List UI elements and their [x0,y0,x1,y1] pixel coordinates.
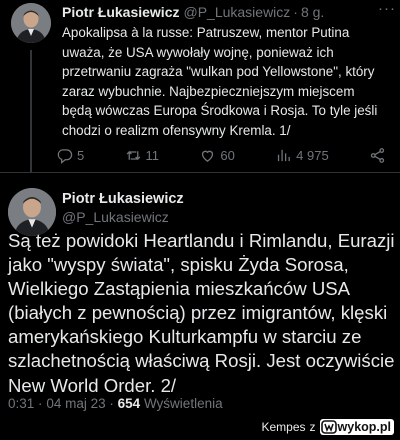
wykop-watermark: Kempes z wykop.pl [261,419,394,435]
retweet-icon [126,150,140,160]
retweet-button[interactable]: 11 [125,147,160,164]
tweet-date[interactable]: 04 maj 23 [46,396,105,411]
views-count: 4 975 [296,147,329,163]
author-avatar[interactable] [11,3,51,43]
views-label: Wyświetlenia [143,396,223,411]
tweet-time[interactable]: 8 g. [301,4,324,20]
retweet-count: 11 [145,147,160,163]
separator-dot: · [109,396,114,411]
like-count: 60 [220,147,235,163]
thread-connector-line [30,50,32,172]
separator-dot: · [293,4,298,20]
separator-dot: · [38,396,43,411]
tweet-1-text: Apokalipsa à la russe: Patruszew, mentor… [62,25,378,138]
tweet-1[interactable]: Piotr Łukasiewicz @P_Lukasiewicz · 8 g. … [0,0,400,172]
views-count[interactable]: 654 [118,396,141,411]
author-name[interactable]: Piotr Łukasiewicz [62,4,179,20]
share-button[interactable] [369,147,386,164]
watermark-user: Kempes [261,420,306,434]
tweet-2-text: Są też powidoki Heartlandu i Rimlandu, E… [8,230,395,396]
author-handle[interactable]: @P_Lukasiewicz [62,209,169,225]
author-name[interactable]: Piotr Łukasiewicz [62,191,184,207]
more-icon[interactable]: ··· [378,0,396,17]
share-icon [370,147,385,163]
reply-count: 5 [77,147,85,163]
tweet-time[interactable]: 0:31 [8,396,34,411]
views-icon [278,149,290,161]
tweet-divider [0,172,400,173]
views-button[interactable]: 4 975 [275,147,329,164]
tweet-1-header: Piotr Łukasiewicz @P_Lukasiewicz · 8 g. [62,3,390,21]
wykop-logo: wykop.pl [319,419,394,435]
like-button[interactable]: 60 [199,147,235,164]
author-handle[interactable]: @P_Lukasiewicz [183,4,290,20]
wykop-icon [320,420,337,434]
reply-button[interactable]: 5 [56,147,84,164]
tweet-1-content: Piotr Łukasiewicz @P_Lukasiewicz · 8 g. … [62,3,390,140]
like-icon [202,150,214,162]
tweet-2-meta: 0:31 · 04 maj 23 · 654 Wyświetlenia [8,396,223,411]
watermark-site: wykop.pl [337,420,391,434]
tweet-1-actions: 5 11 60 4 975 [56,145,386,165]
reply-icon [57,148,73,164]
watermark-joiner: z [309,420,316,434]
